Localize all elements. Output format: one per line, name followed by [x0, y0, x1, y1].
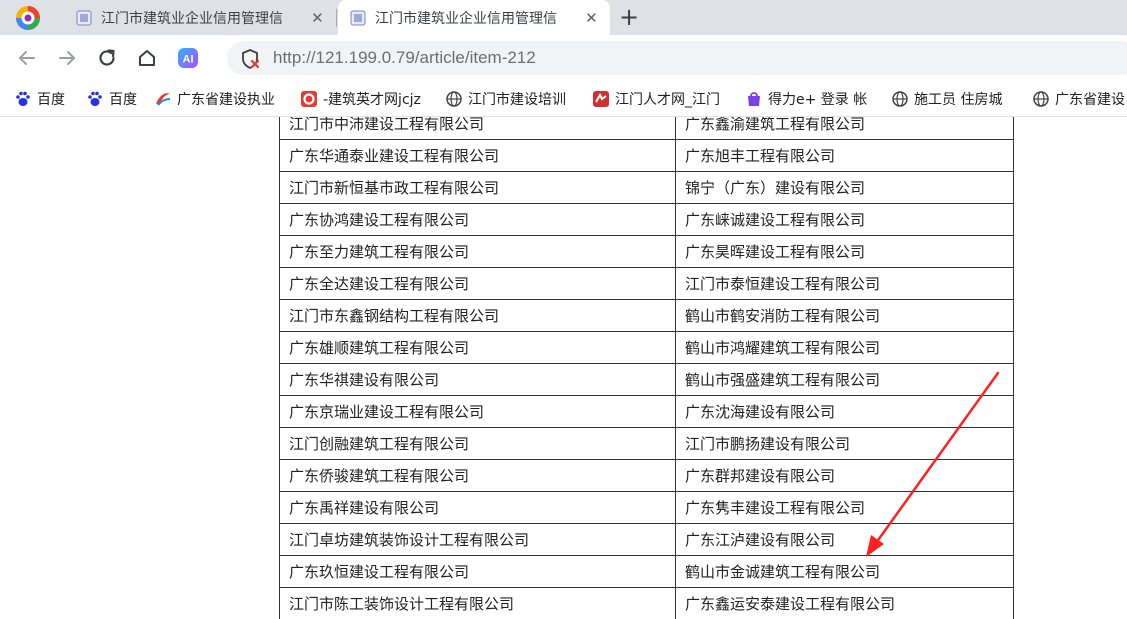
company-name-cell: 江门市鹏扬建设有限公司 — [675, 427, 1014, 460]
globe-icon — [892, 91, 908, 107]
url-text[interactable]: http://121.199.0.79/article/item-212 — [273, 48, 536, 68]
bookmark-gd-construction[interactable]: 广东省建设执业 — [154, 89, 285, 109]
table-row: 广东禹祥建设有限公司 广东隽丰建设工程有限公司 — [279, 491, 1014, 524]
bookmark-jm-training[interactable]: 江门市建设培训 — [445, 89, 576, 109]
bookmark-baidu-2[interactable]: 百度 — [86, 89, 137, 109]
tab-close-icon[interactable]: ✕ — [309, 9, 326, 27]
page-content: 江门市中沛建设工程有限公司 广东鑫渝建筑工程有限公司 广东华通泰业建设工程有限公司广… — [0, 117, 1127, 619]
company-name-cell: 广东至力建筑工程有限公司 — [279, 235, 676, 268]
ai-icon: AI — [178, 48, 198, 68]
arrow-right-icon — [59, 51, 76, 65]
bookmarks-bar: 百度 百度 广东省建设执业 -建筑英才网jcjz 江门市建设培训 江门人才网_江… — [0, 81, 1127, 117]
table-row: 广东至力建筑工程有限公司 广东昊晖建设工程有限公司 — [279, 235, 1014, 268]
tab-active[interactable]: 江门市建筑业企业信用管理信 ✕ — [338, 0, 610, 35]
company-name-cell: 广东玖恒建设工程有限公司 — [279, 555, 676, 588]
globe-icon — [1033, 91, 1049, 107]
svg-text:AI: AI — [183, 54, 194, 66]
tab-title: 江门市建筑业企业信用管理信 — [375, 10, 557, 27]
new-tab-button[interactable]: + — [615, 3, 643, 31]
company-name-cell: 广东昊晖建设工程有限公司 — [675, 235, 1014, 268]
ring-icon — [301, 91, 317, 107]
tab-close-icon[interactable]: ✕ — [583, 9, 600, 27]
company-name-cell: 广东鑫渝建筑工程有限公司 — [675, 117, 1014, 140]
company-name-cell: 广东协鸿建设工程有限公司 — [279, 203, 676, 236]
table-row: 江门市新恒基市政工程有限公司 锦宁（广东）建设有限公司 — [279, 171, 1014, 204]
paw-icon — [88, 91, 102, 106]
table-row: 广东华通泰业建设工程有限公司 广东旭丰工程有限公司 — [279, 139, 1014, 172]
site-favicon-icon — [76, 10, 92, 25]
bookmark-gd-construction-2[interactable]: 广东省建设 — [1032, 89, 1127, 109]
purple-bag-icon — [748, 92, 760, 106]
company-name-cell: 江门市陈工装饰设计工程有限公司 — [279, 587, 676, 619]
back-button[interactable] — [13, 44, 41, 72]
company-name-cell: 广东鑫运安泰建设工程有限公司 — [675, 587, 1014, 619]
company-name-cell: 鹤山市鹤安消防工程有限公司 — [675, 299, 1014, 332]
paw-icon — [16, 91, 30, 106]
company-name-cell: 鹤山市鸿耀建筑工程有限公司 — [675, 331, 1014, 364]
red-badge-icon — [593, 91, 609, 107]
tab-inactive[interactable]: 江门市建筑业企业信用管理信 ✕ — [64, 0, 336, 35]
company-name-cell: 广东禹祥建设有限公司 — [279, 491, 676, 524]
company-name-cell: 江门创融建筑工程有限公司 — [279, 427, 676, 460]
bookmark-jzyc[interactable]: -建筑英才网jcjz — [300, 89, 453, 109]
reload-icon — [99, 49, 115, 66]
table-row: 广东全达建设工程有限公司 江门市泰恒建设工程有限公司 — [279, 267, 1014, 300]
site-favicon-icon — [350, 10, 366, 25]
table-row: 江门市东鑫钢结构工程有限公司 鹤山市鹤安消防工程有限公司 — [279, 299, 1014, 332]
company-name-cell: 广东沈海建设有限公司 — [675, 395, 1014, 428]
company-name-cell: 江门市中沛建设工程有限公司 — [279, 117, 676, 140]
tab-strip: 江门市建筑业企业信用管理信 ✕ 江门市建筑业企业信用管理信 ✕ + — [0, 0, 1127, 35]
company-name-cell: 鹤山市强盛建筑工程有限公司 — [675, 363, 1014, 396]
company-name-cell: 广东京瑞业建设工程有限公司 — [279, 395, 676, 428]
bookmark-baidu[interactable]: 百度 — [14, 89, 65, 109]
home-icon — [139, 50, 155, 66]
reload-button[interactable] — [93, 44, 121, 72]
table-row: 江门卓坊建筑装饰设计工程有限公司 广东江泸建设有限公司 — [279, 523, 1014, 556]
table-row: 江门创融建筑工程有限公司 江门市鹏扬建设有限公司 — [279, 427, 1014, 460]
browser-logo-icon[interactable] — [14, 4, 42, 32]
company-name-cell: 江门市东鑫钢结构工程有限公司 — [279, 299, 676, 332]
swoosh-icon — [156, 93, 171, 106]
company-name-cell: 广东旭丰工程有限公司 — [675, 139, 1014, 172]
company-name-cell: 广东华祺建设有限公司 — [279, 363, 676, 396]
table-row: 广东雄顺建筑工程有限公司 鹤山市鸿耀建筑工程有限公司 — [279, 331, 1014, 364]
table-row: 广东华祺建设有限公司 鹤山市强盛建筑工程有限公司 — [279, 363, 1014, 396]
company-name-cell: 广东崃诚建设工程有限公司 — [675, 203, 1014, 236]
arrow-left-icon — [18, 51, 35, 65]
company-name-cell: 广东群邦建设有限公司 — [675, 459, 1014, 492]
company-name-cell: 广东雄顺建筑工程有限公司 — [279, 331, 676, 364]
forward-button[interactable] — [53, 44, 81, 72]
table-row: 广东京瑞业建设工程有限公司 广东沈海建设有限公司 — [279, 395, 1014, 428]
company-name-cell: 广东隽丰建设工程有限公司 — [675, 491, 1014, 524]
company-table: 江门市中沛建设工程有限公司 广东鑫渝建筑工程有限公司 广东华通泰业建设工程有限公司广… — [279, 117, 1014, 619]
toolbar: AI http://121.199.0.79/article/item-212 — [0, 35, 1127, 81]
table-row: 广东玖恒建设工程有限公司 鹤山市金诚建筑工程有限公司 — [279, 555, 1014, 588]
company-name-cell: 江门市新恒基市政工程有限公司 — [279, 171, 676, 204]
company-name-cell: 广东江泸建设有限公司 — [675, 523, 1014, 556]
bookmark-jm-talent[interactable]: 江门人才网_江门 — [592, 89, 727, 109]
company-name-cell: 江门卓坊建筑装饰设计工程有限公司 — [279, 523, 676, 556]
table-row: 江门市陈工装饰设计工程有限公司 广东鑫运安泰建设工程有限公司 — [279, 587, 1014, 619]
bookmark-builder[interactable]: 施工员 住房城 — [891, 89, 1016, 109]
bookmark-deli[interactable]: 得力e+ 登录 帐 — [745, 89, 880, 109]
company-name-cell: 广东华通泰业建设工程有限公司 — [279, 139, 676, 172]
table-row: 江门市中沛建设工程有限公司 广东鑫渝建筑工程有限公司 — [279, 117, 1014, 140]
company-name-cell: 锦宁（广东）建设有限公司 — [675, 171, 1014, 204]
ai-assistant-button[interactable]: AI — [174, 44, 202, 72]
address-bar[interactable]: http://121.199.0.79/article/item-212 — [227, 41, 1127, 75]
not-secure-shield-icon[interactable] — [239, 48, 261, 70]
tab-divider — [336, 9, 337, 27]
company-name-cell: 广东侨骏建筑工程有限公司 — [279, 459, 676, 492]
table-row: 广东协鸿建设工程有限公司 广东崃诚建设工程有限公司 — [279, 203, 1014, 236]
tab-title: 江门市建筑业企业信用管理信 — [101, 10, 283, 27]
home-button[interactable] — [133, 44, 161, 72]
globe-icon — [446, 91, 462, 107]
table-row: 广东侨骏建筑工程有限公司 广东群邦建设有限公司 — [279, 459, 1014, 492]
company-name-cell: 鹤山市金诚建筑工程有限公司 — [675, 555, 1014, 588]
company-name-cell: 广东全达建设工程有限公司 — [279, 267, 676, 300]
company-name-cell: 江门市泰恒建设工程有限公司 — [675, 267, 1014, 300]
